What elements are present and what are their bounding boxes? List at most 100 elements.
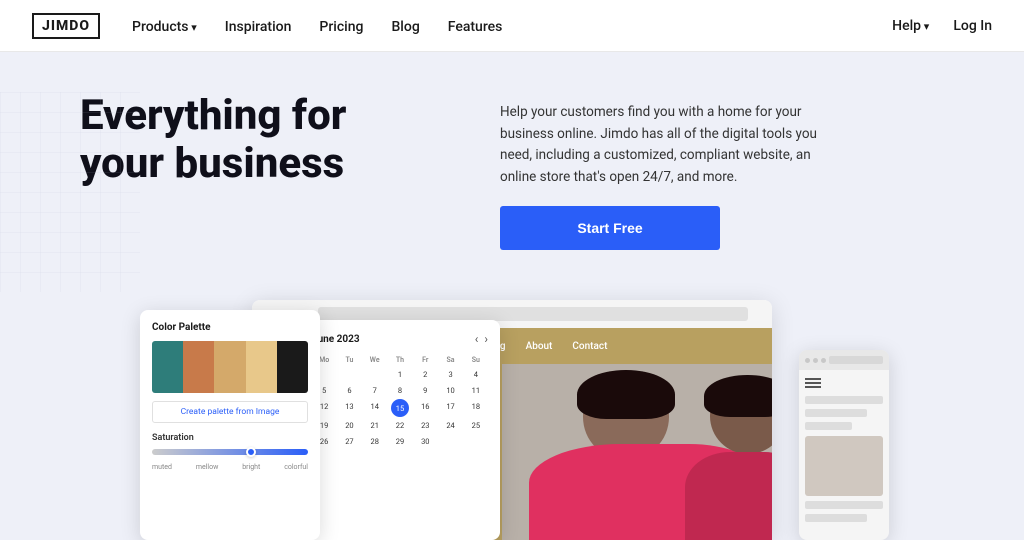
nav-link-pricing[interactable]: Pricing [319, 19, 363, 35]
mobile-dot-1 [805, 358, 810, 363]
hero-description: Help your customers find you with a home… [500, 102, 820, 188]
swatch-4 [246, 341, 277, 393]
cal-day[interactable]: 14 [363, 399, 387, 417]
mobile-content-bar-4 [805, 501, 883, 509]
start-free-button[interactable]: Start Free [500, 206, 720, 250]
logo[interactable]: JIMDO [32, 13, 100, 39]
hamburger-line-2 [805, 382, 821, 384]
cal-day [337, 367, 361, 382]
day-header-tu: Tu [337, 354, 361, 366]
swatch-3 [214, 341, 245, 393]
cal-day[interactable]: 29 [388, 434, 412, 449]
cal-day[interactable]: 21 [363, 418, 387, 433]
nav-link-inspiration[interactable]: Inspiration [225, 19, 292, 35]
nav-item-products[interactable]: Products [132, 16, 197, 35]
mobile-image-placeholder [805, 436, 883, 496]
mobile-url-bar [829, 356, 883, 364]
mobile-preview-card [799, 350, 889, 540]
cal-day[interactable]: 30 [413, 434, 437, 449]
swatch-5 [277, 341, 308, 393]
nav-links: Products Inspiration Pricing Blog Featur… [132, 16, 502, 35]
cal-day[interactable]: 23 [413, 418, 437, 433]
cal-day[interactable]: 18 [464, 399, 488, 417]
calendar-nav[interactable]: ‹ › [475, 332, 488, 346]
site-nav-about: About [526, 341, 553, 352]
cal-day[interactable]: 9 [413, 383, 437, 398]
calendar-card: June 2023 ‹ › Mo Tu We Th Fr Sa Su 1 [300, 320, 500, 540]
swatch-1 [152, 341, 183, 393]
browser-url-bar [318, 307, 748, 321]
hamburger-menu-icon[interactable] [805, 378, 883, 388]
calendar-grid: Mo Tu We Th Fr Sa Su 1 2 3 4 5 6 7 8 [312, 354, 488, 449]
hero-section: Everything for your business Help your c… [0, 52, 1024, 540]
mobile-content [799, 370, 889, 535]
cal-day[interactable]: 25 [464, 418, 488, 433]
cal-day[interactable]: 6 [337, 383, 361, 398]
grid-background [0, 92, 140, 292]
person2-hair [704, 375, 772, 417]
color-swatches [152, 341, 308, 393]
hamburger-line-1 [805, 378, 821, 380]
cal-day[interactable]: 7 [363, 383, 387, 398]
mobile-dot-2 [813, 358, 818, 363]
mobile-content-bar-5 [805, 514, 867, 522]
label-muted: muted [152, 463, 172, 471]
slider-thumb[interactable] [246, 447, 256, 457]
label-colorful: colorful [284, 463, 308, 471]
day-header-we: We [363, 354, 387, 366]
person2-shirt [685, 452, 772, 540]
cal-day[interactable]: 22 [388, 418, 412, 433]
day-header-fr: Fr [413, 354, 437, 366]
mobile-content-bar-3 [805, 422, 852, 430]
navbar-left: JIMDO Products Inspiration Pricing Blog … [32, 13, 502, 39]
color-palette-title: Color Palette [152, 322, 308, 333]
nav-item-features[interactable]: Features [448, 16, 503, 35]
navbar: JIMDO Products Inspiration Pricing Blog … [0, 0, 1024, 52]
next-month-button[interactable]: › [484, 332, 488, 346]
cal-day[interactable]: 20 [337, 418, 361, 433]
nav-item-pricing[interactable]: Pricing [319, 16, 363, 35]
saturation-slider[interactable] [152, 449, 308, 455]
cal-day[interactable]: 2 [413, 367, 437, 382]
nav-item-inspiration[interactable]: Inspiration [225, 16, 292, 35]
cal-day[interactable]: 11 [464, 383, 488, 398]
site-right-panel [502, 364, 772, 540]
cal-day-today[interactable]: 15 [391, 399, 409, 417]
person-hair [577, 370, 674, 419]
cal-day[interactable]: 8 [388, 383, 412, 398]
color-palette-card: Color Palette Create palette from Image … [140, 310, 320, 540]
site-nav-contact: Contact [572, 341, 607, 352]
cal-day[interactable]: 3 [438, 367, 462, 382]
prev-month-button[interactable]: ‹ [475, 332, 479, 346]
cal-day [438, 434, 462, 449]
cal-day[interactable]: 24 [438, 418, 462, 433]
day-header-su: Su [464, 354, 488, 366]
mobile-content-bar-2 [805, 409, 867, 417]
login-button[interactable]: Log In [953, 18, 992, 34]
hero-right: Help your customers find you with a home… [500, 92, 820, 250]
nav-link-blog[interactable]: Blog [391, 19, 419, 35]
cal-day[interactable]: 4 [464, 367, 488, 382]
saturation-label: Saturation [152, 433, 308, 443]
swatch-2 [183, 341, 214, 393]
person-image [502, 364, 772, 540]
slider-labels: muted mellow bright colorful [152, 463, 308, 471]
nav-item-blog[interactable]: Blog [391, 16, 419, 35]
day-header-th: Th [388, 354, 412, 366]
cal-day[interactable]: 1 [388, 367, 412, 382]
cal-day[interactable]: 27 [337, 434, 361, 449]
cal-day[interactable]: 13 [337, 399, 361, 417]
cal-day [464, 434, 488, 449]
hero-top: Everything for your business Help your c… [80, 92, 944, 250]
mobile-content-bar-1 [805, 396, 883, 404]
nav-link-features[interactable]: Features [448, 19, 503, 35]
cal-day[interactable]: 16 [413, 399, 437, 417]
create-palette-button[interactable]: Create palette from Image [152, 401, 308, 423]
nav-link-products[interactable]: Products [132, 19, 197, 35]
label-mellow: mellow [196, 463, 219, 471]
cal-day[interactable]: 10 [438, 383, 462, 398]
cal-day[interactable]: 28 [363, 434, 387, 449]
help-menu[interactable]: Help [892, 18, 929, 34]
cal-day[interactable]: 17 [438, 399, 462, 417]
screenshots-area: Color Palette Create palette from Image … [80, 280, 944, 540]
